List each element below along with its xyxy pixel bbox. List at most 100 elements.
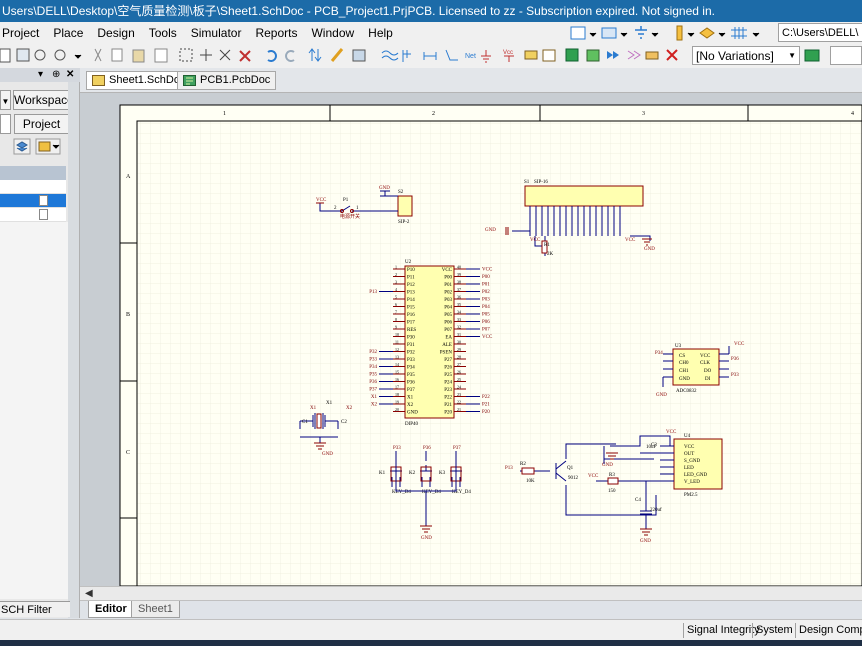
undo-icon[interactable] (267, 50, 277, 62)
ground-icon[interactable] (635, 26, 647, 39)
path-field[interactable]: C:\Users\DELL\ (778, 23, 862, 42)
u2-pin-number: 25 (457, 377, 461, 382)
pin-icon[interactable]: ⊕ (52, 68, 60, 82)
menu-place[interactable]: Place (46, 22, 90, 44)
panel-scrollbar[interactable] (68, 82, 79, 618)
u2-pin-number: 18 (395, 392, 399, 397)
u3-pin-cs: CS (679, 354, 685, 359)
redo-icon[interactable] (285, 50, 295, 62)
tab-pcb1-pcbdoc[interactable]: PCB1.PcbDoc (177, 71, 277, 90)
tab-sheet1-schdoc[interactable]: Sheet1.SchDoc (86, 71, 192, 90)
workspace-dropdown-arrow[interactable]: ▼ (0, 90, 11, 110)
clear-filter-icon[interactable] (239, 50, 251, 62)
chevron-down-icon[interactable] (620, 32, 628, 37)
schematic-sheet[interactable]: 1 2 3 4 A B C VCC P1 2 1 电源开关 GND S2 SIP… (80, 93, 862, 586)
u4-pin-sgnd: S_GND (684, 459, 701, 464)
u2-pin-label: P11 (407, 276, 415, 281)
chevron-down-icon[interactable] (752, 32, 760, 37)
u2-pin-number: 23 (457, 392, 461, 397)
toolbar-search-field[interactable] (830, 46, 862, 65)
vcc-port-icon[interactable]: Vcc (503, 50, 513, 56)
menu-simulator[interactable]: Simulator (184, 22, 249, 44)
sheet-icon[interactable] (570, 26, 586, 40)
status-signal-integrity[interactable]: Signal Integrity (683, 623, 763, 638)
paste-icon[interactable] (132, 49, 145, 63)
device-sheet-icon[interactable] (586, 49, 600, 62)
diamond-icon[interactable] (699, 27, 715, 39)
panel-menu-icon[interactable]: ▾ (38, 68, 43, 82)
net-label-tool-icon[interactable]: Net (465, 53, 476, 60)
rubber-stamp-icon[interactable] (154, 48, 168, 63)
tree-row[interactable] (0, 180, 66, 194)
variations-icon[interactable] (802, 44, 826, 68)
sheet-symbol-icon[interactable] (542, 49, 556, 62)
status-design-compile[interactable]: Design Compile (795, 623, 862, 638)
no-erc-icon[interactable] (666, 49, 678, 61)
menu-help[interactable]: Help (361, 22, 400, 44)
cut-icon[interactable] (94, 48, 102, 62)
menu-design[interactable]: Design (90, 22, 141, 44)
chevron-down-icon[interactable] (651, 32, 659, 37)
u2-pin-number: 5 (395, 295, 397, 300)
gnd-port-icon[interactable] (481, 50, 491, 63)
sheet-entry-icon[interactable] (565, 48, 579, 62)
workspace-button[interactable]: Workspace (13, 90, 74, 110)
zoom-select-icon[interactable] (54, 49, 66, 61)
u2-pin-label: P25 (444, 373, 452, 378)
grid-icon[interactable] (731, 27, 747, 39)
chevron-down-icon[interactable] (718, 32, 726, 37)
chevron-down-icon[interactable] (589, 32, 597, 37)
r3-vcc: VCC (588, 474, 599, 479)
u2-pin-number: 17 (395, 385, 399, 390)
r2-ref: R2 (520, 462, 526, 467)
wire-icon[interactable] (423, 52, 437, 60)
deselect-icon[interactable] (219, 49, 231, 61)
hierarchy-icon[interactable] (308, 48, 322, 62)
menu-window[interactable]: Window (304, 22, 361, 44)
status-system[interactable]: System (752, 623, 796, 638)
move-icon[interactable] (200, 49, 212, 61)
menu-reports[interactable]: Reports (248, 22, 304, 44)
tab-sheet1[interactable]: Sheet1 (131, 601, 180, 618)
menu-project[interactable]: Project (0, 22, 46, 44)
chevron-down-icon[interactable] (687, 32, 695, 37)
u2-pin-number: 38 (457, 280, 461, 285)
port-tool-icon[interactable] (607, 51, 619, 59)
net-label-icon[interactable] (445, 49, 458, 61)
port-icon[interactable] (676, 25, 683, 41)
zoom-icon[interactable] (34, 49, 46, 61)
u2-pin-number: 37 (457, 287, 461, 292)
part-icon[interactable] (524, 50, 538, 60)
save-icon[interactable] (0, 48, 11, 63)
u4-pin-vled: V_LED (684, 480, 700, 485)
u3-pin-di: DI (705, 377, 711, 382)
tree-row-selected[interactable] (0, 194, 66, 208)
list-icon[interactable] (601, 27, 617, 39)
tab-editor[interactable]: Editor (88, 601, 134, 618)
u2-pin-number: 30 (457, 340, 461, 345)
tree-row[interactable] (0, 208, 66, 222)
chevron-down-icon[interactable] (74, 54, 82, 59)
project-button[interactable]: Project (14, 114, 69, 134)
menu-tools[interactable]: Tools (142, 22, 184, 44)
select-area-icon[interactable] (179, 48, 193, 62)
zoom-fit-icon[interactable] (16, 48, 30, 62)
harness-icon[interactable] (627, 50, 641, 60)
bus-icon[interactable] (381, 50, 399, 61)
u2-pin-number: 24 (457, 385, 461, 390)
browse-component-icon[interactable] (352, 49, 366, 62)
sch-filter-tab[interactable]: SCH Filter (0, 601, 70, 617)
copy-icon[interactable] (111, 48, 123, 62)
schematic-canvas[interactable]: 1 2 3 4 A B C VCC P1 2 1 电源开关 GND S2 SIP… (80, 93, 862, 586)
horizontal-scrollbar[interactable]: ◀ (80, 586, 862, 600)
u2-pin-label: P14 (407, 298, 415, 303)
s2-value: SIP-2 (398, 220, 410, 225)
u3-value: ADC0832 (676, 389, 697, 394)
project-field[interactable] (0, 114, 11, 134)
bus-entry-icon[interactable] (402, 50, 411, 62)
variations-dropdown[interactable]: [No Variations] ▼ (692, 46, 800, 65)
directive-icon[interactable] (645, 51, 659, 60)
pencil-icon[interactable] (330, 48, 344, 62)
scroll-left-icon[interactable]: ◀ (85, 587, 93, 600)
close-icon[interactable]: ✕ (66, 68, 74, 82)
